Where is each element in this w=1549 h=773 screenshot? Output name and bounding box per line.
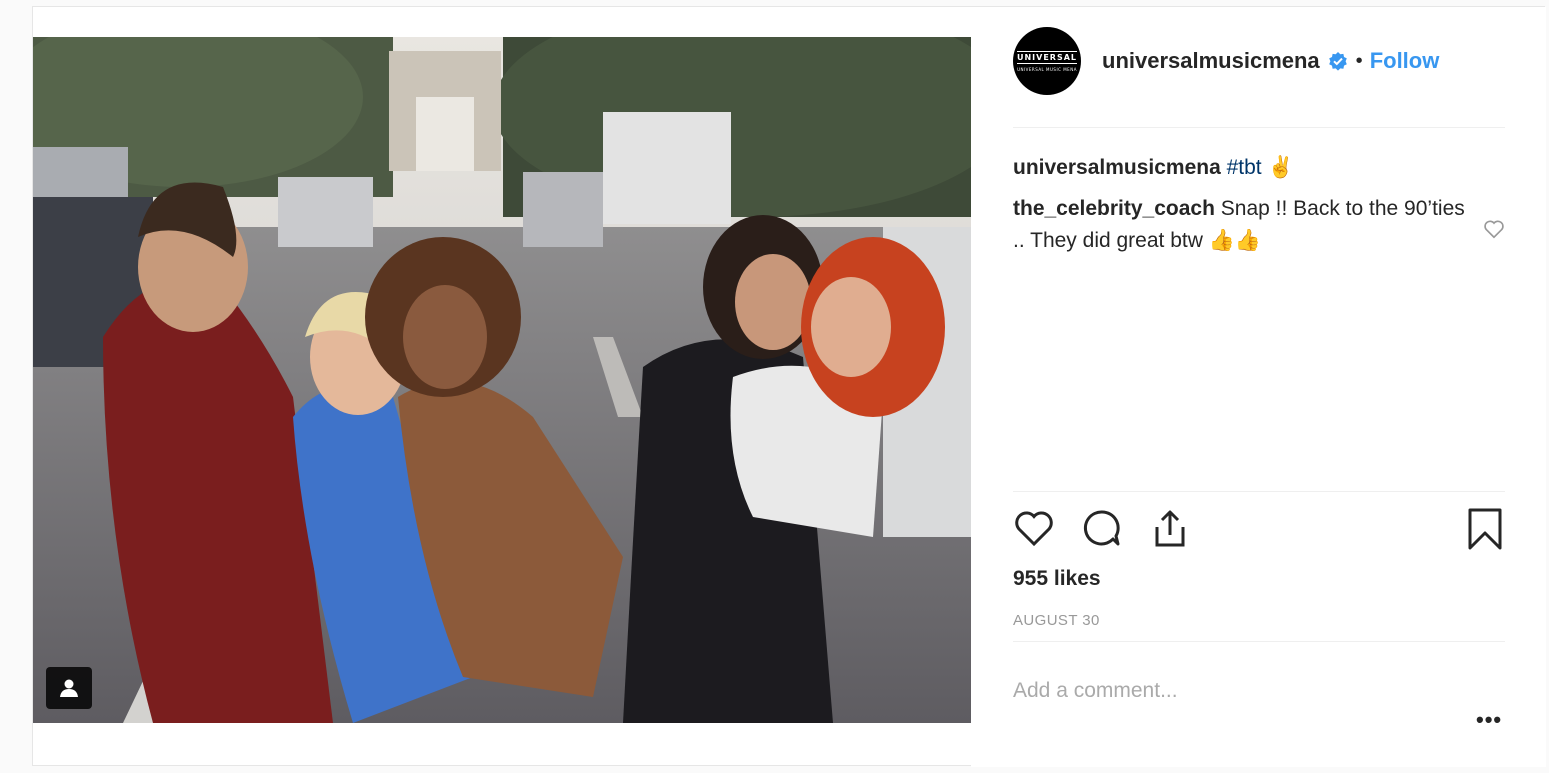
heart-icon[interactable] [1013,507,1055,549]
header-divider [1013,127,1505,128]
comment-username[interactable]: the_celebrity_coach [1013,197,1215,220]
separator-dot: • [1355,49,1363,72]
share-icon[interactable] [1149,507,1191,549]
photo-illustration [33,37,971,723]
tag-people-button[interactable] [46,667,92,709]
bookmark-icon[interactable] [1465,507,1505,551]
caption-emoji: ✌ [1267,156,1294,179]
avatar[interactable]: UNIVERSAL UNIVERSAL MUSIC MENA [1013,27,1081,95]
actions-divider [1013,491,1505,492]
comment-item: the_celebrity_coach Snap !! Back to the … [1013,193,1473,257]
post-header: UNIVERSAL UNIVERSAL MUSIC MENA universal… [1013,25,1505,97]
comment-input[interactable] [1013,679,1453,703]
post-sidebar: UNIVERSAL UNIVERSAL MUSIC MENA universal… [971,7,1546,767]
post-date: AUGUST 30 [1013,612,1100,629]
verified-badge-icon [1328,51,1348,71]
avatar-logo-text: UNIVERSAL [1016,50,1078,64]
instagram-post: UNIVERSAL UNIVERSAL MUSIC MENA universal… [32,6,1546,767]
comment-like-heart-icon[interactable] [1483,218,1505,240]
header-username[interactable]: universalmusicmena [1102,48,1320,74]
comment-icon[interactable] [1081,507,1123,549]
caption-username[interactable]: universalmusicmena [1013,156,1221,179]
more-options-button[interactable]: ••• [1476,707,1502,733]
likes-count[interactable]: 955 likes [1013,567,1101,591]
user-tag-icon [60,679,78,697]
post-photo[interactable] [33,37,971,723]
comment-divider [1013,641,1505,642]
post-caption: universalmusicmena #tbt ✌ [1013,152,1473,184]
follow-button[interactable]: Follow [1370,48,1440,74]
caption-hashtag[interactable]: #tbt [1227,156,1262,179]
avatar-logo-subtext: UNIVERSAL MUSIC MENA [1017,66,1077,72]
post-actions [1013,507,1505,553]
